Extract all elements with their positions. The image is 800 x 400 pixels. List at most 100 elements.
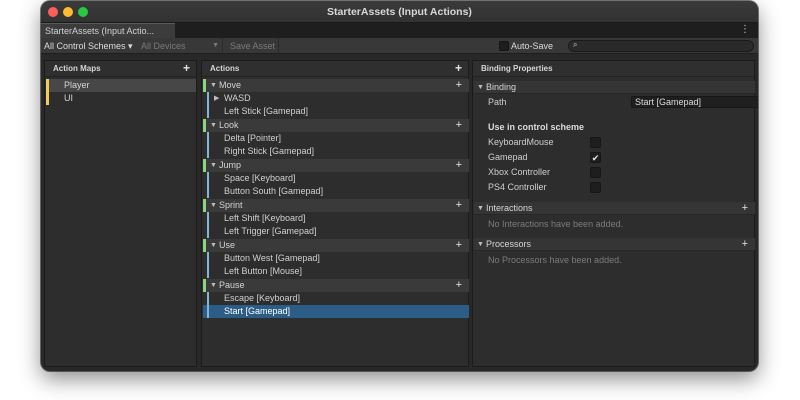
binding-marker [207,145,209,158]
action-sprint[interactable]: ▼ Sprint + [203,199,469,212]
processors-foldout[interactable]: ▼ Processors + [474,238,755,251]
add-interaction-icon[interactable]: + [742,202,748,215]
binding-properties-panel: Binding Properties ▼ Binding Path Start … [472,60,758,367]
path-dropdown[interactable]: Start [Gamepad] ▼ [631,96,758,108]
action-label: Use [219,240,236,250]
control-schemes-dropdown[interactable]: All Control Schemes ▾ [44,38,133,54]
check-icon: ✔ [591,153,600,163]
action-maps-title: Action Maps [53,64,101,73]
devices-label: All Devices [141,41,186,51]
caret-down-icon[interactable]: ▼ [210,239,217,252]
action-marker [203,239,206,252]
binding-marker [207,185,209,198]
action-map-player[interactable]: Player [46,79,196,92]
binding-row[interactable]: Right Stick [Gamepad] [203,145,469,158]
path-value: Start [Gamepad] [635,97,702,107]
add-processor-icon[interactable]: + [742,238,748,251]
binding-row[interactable]: Button West [Gamepad] [203,252,469,265]
caret-down-icon[interactable]: ▼ [477,202,484,215]
binding-row[interactable]: Left Button [Mouse] [203,265,469,278]
devices-dropdown[interactable]: All Devices ▼ [141,38,223,54]
caret-down-icon[interactable]: ▼ [210,199,217,212]
binding-marker [207,265,209,278]
action-marker [203,279,206,292]
action-move[interactable]: ▼ Move + [203,79,469,92]
binding-marker [207,212,209,225]
binding-label: Right Stick [Gamepad] [224,146,315,156]
add-binding-icon[interactable]: + [456,119,462,132]
binding-marker [207,132,209,145]
add-action-map-icon[interactable]: + [183,61,190,75]
action-label: Move [219,80,242,90]
tab-bar: StarterAssets (Input Actio... ⋮ [41,23,758,38]
toolbar: All Control Schemes ▾ All Devices ▼ Save … [41,38,758,54]
editor-window: StarterAssets (Input Actions) StarterAss… [41,1,758,371]
gamepad-checkbox[interactable]: ✔ [590,152,601,163]
actions-header: Actions + [202,61,468,77]
ps4-controller-checkbox[interactable] [590,182,601,193]
binding-label: WASD [224,93,251,103]
tab-starterassets[interactable]: StarterAssets (Input Actio... [41,23,175,38]
add-action-icon[interactable]: + [455,61,462,75]
binding-properties-header: Binding Properties [473,61,754,77]
binding-row[interactable]: Delta [Pointer] [203,132,469,145]
caret-down-icon[interactable]: ▼ [477,238,484,251]
action-use[interactable]: ▼ Use + [203,239,469,252]
binding-section-foldout[interactable]: ▼ Binding [474,81,755,94]
scheme-label: Xbox Controller [488,167,551,177]
auto-save-checkbox[interactable] [499,41,509,51]
auto-save-label: Auto-Save [511,41,554,51]
action-look[interactable]: ▼ Look + [203,119,469,132]
binding-row-selected[interactable]: Start [Gamepad] [203,305,469,318]
action-pause[interactable]: ▼ Pause + [203,279,469,292]
binding-label: Left Button [Mouse] [224,266,303,276]
action-maps-panel: Action Maps + Player UI [44,60,197,367]
action-jump[interactable]: ▼ Jump + [203,159,469,172]
title-bar: StarterAssets (Input Actions) [41,1,758,23]
binding-label: Left Trigger [Gamepad] [224,226,317,236]
xbox-controller-checkbox[interactable] [590,167,601,178]
action-map-ui[interactable]: UI [46,92,196,105]
caret-down-icon[interactable]: ▼ [210,79,217,92]
kebab-menu-icon[interactable]: ⋮ [740,24,750,35]
add-binding-icon[interactable]: + [456,159,462,172]
binding-row[interactable]: Button South [Gamepad] [203,185,469,198]
binding-label: Left Stick [Gamepad] [224,106,309,116]
action-map-label: UI [64,93,73,103]
binding-label: Button West [Gamepad] [224,253,320,263]
chevron-down-icon: ▼ [212,42,219,49]
keyboardmouse-checkbox[interactable] [590,137,601,148]
save-asset-button[interactable]: Save Asset [227,38,280,54]
binding-row[interactable]: Left Shift [Keyboard] [203,212,469,225]
add-binding-icon[interactable]: + [456,279,462,292]
binding-row[interactable]: Space [Keyboard] [203,172,469,185]
caret-down-icon[interactable]: ▼ [477,81,484,94]
add-binding-icon[interactable]: + [456,79,462,92]
caret-down-icon[interactable]: ▼ [210,119,217,132]
binding-row[interactable]: Escape [Keyboard] [203,292,469,305]
scheme-label: Gamepad [488,152,528,162]
interactions-foldout[interactable]: ▼ Interactions + [474,202,755,215]
path-label: Path [488,97,507,107]
search-input[interactable]: ⌕ [568,40,754,52]
action-label: Sprint [219,200,243,210]
caret-down-icon[interactable]: ▼ [210,159,217,172]
interactions-title: Interactions [486,203,533,213]
add-binding-icon[interactable]: + [456,239,462,252]
binding-marker [207,292,209,305]
composite-binding-wasd[interactable]: ▶ WASD [203,92,469,105]
binding-row[interactable]: Left Stick [Gamepad] [203,105,469,118]
add-binding-icon[interactable]: + [456,199,462,212]
binding-marker [207,172,209,185]
caret-right-icon[interactable]: ▶ [214,92,219,105]
binding-section-title: Binding [486,82,517,92]
processors-empty-text: No Processors have been added. [488,255,622,265]
caret-down-icon[interactable]: ▼ [210,279,217,292]
binding-label: Button South [Gamepad] [224,186,324,196]
search-icon: ⌕ [573,40,578,49]
binding-marker [207,252,209,265]
interactions-empty-text: No Interactions have been added. [488,219,624,229]
binding-row[interactable]: Left Trigger [Gamepad] [203,225,469,238]
control-scheme-heading: Use in control scheme [488,122,585,132]
binding-marker [207,225,209,238]
